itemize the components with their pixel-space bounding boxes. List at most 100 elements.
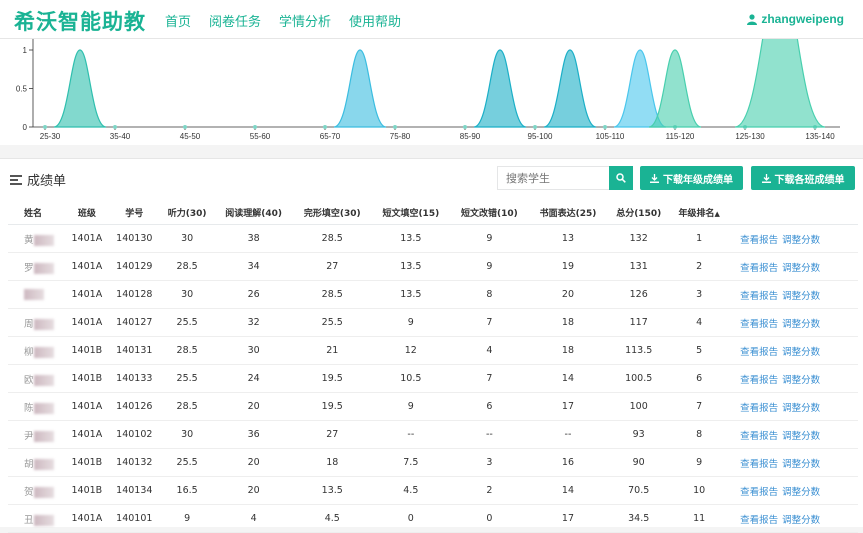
cell-actions: 查看报告 调整分数	[728, 392, 858, 421]
adjust-score-link[interactable]: 调整分数	[782, 515, 820, 526]
view-report-link[interactable]: 查看报告	[740, 459, 778, 470]
cell-listening: 25.5	[159, 364, 215, 393]
adjust-score-link[interactable]: 调整分数	[782, 403, 820, 414]
cell-cloze: 4.5	[292, 504, 372, 533]
nav-grading-tasks[interactable]: 阅卷任务	[209, 11, 261, 30]
adjust-score-link[interactable]: 调整分数	[782, 431, 820, 442]
adjust-score-link[interactable]: 调整分数	[782, 235, 820, 246]
view-report-link[interactable]: 查看报告	[740, 431, 778, 442]
cell-total: 70.5	[607, 476, 671, 505]
cell-rank: 7	[670, 392, 729, 421]
user-menu[interactable]: zhangweipeng	[747, 12, 844, 26]
view-report-link[interactable]: 查看报告	[740, 291, 778, 302]
name-redaction	[33, 402, 54, 414]
cell-listening: 28.5	[159, 336, 215, 365]
nav-analysis[interactable]: 学情分析	[279, 11, 331, 30]
adjust-score-link[interactable]: 调整分数	[782, 347, 820, 358]
data-point	[393, 125, 397, 129]
cell-error-correction: --	[450, 420, 529, 449]
cell-class: 1401A	[65, 504, 109, 533]
cell-gap-fill: 9	[371, 308, 451, 337]
cell-rank: 10	[670, 476, 729, 505]
name-redaction	[24, 289, 44, 300]
col-total[interactable]: 总分(150)	[607, 200, 671, 225]
view-report-link[interactable]: 查看报告	[740, 319, 778, 330]
cell-rank: 2	[670, 252, 729, 281]
view-report-link[interactable]: 查看报告	[740, 487, 778, 498]
x-tick-label: 65-70	[320, 132, 341, 141]
y-tick-label: 1	[23, 46, 28, 55]
view-report-link[interactable]: 查看报告	[740, 235, 778, 246]
cell-writing: 19	[528, 252, 608, 281]
view-report-link[interactable]: 查看报告	[740, 263, 778, 274]
x-tick-label: 55-60	[250, 132, 271, 141]
data-point	[463, 125, 467, 129]
cell-class: 1401B	[65, 336, 109, 365]
cell-error-correction: 8	[450, 280, 529, 309]
download-grade-sheet-button[interactable]: 下载年级成绩单	[640, 166, 743, 190]
cell-writing: 18	[528, 308, 608, 337]
col-error-correction[interactable]: 短文改错(10)	[450, 200, 529, 225]
view-report-link[interactable]: 查看报告	[740, 403, 778, 414]
cell-gap-fill: 12	[371, 336, 451, 365]
adjust-score-link[interactable]: 调整分数	[782, 487, 820, 498]
adjust-score-link[interactable]: 调整分数	[782, 291, 820, 302]
view-report-link[interactable]: 查看报告	[740, 515, 778, 526]
cell-error-correction: 3	[450, 448, 529, 477]
view-report-link[interactable]: 查看报告	[740, 375, 778, 386]
cell-name: 罗	[8, 252, 65, 281]
nav-help[interactable]: 使用帮助	[349, 11, 401, 30]
cell-error-correction: 2	[450, 476, 529, 505]
col-reading[interactable]: 阅读理解(40)	[214, 200, 293, 225]
app-logo[interactable]: 希沃智能助教	[14, 6, 146, 36]
col-cloze[interactable]: 完形填空(30)	[292, 200, 372, 225]
cell-error-correction: 7	[450, 308, 529, 337]
table-row: 柳 1401B 140131 28.5 30 21 12 4 18 113.5 5 查看报告 调整分数	[8, 336, 858, 365]
list-icon	[10, 174, 22, 185]
score-table: 姓名 班级 学号 听力(30) 阅读理解(40) 完形填空(30) 短文填空(1…	[8, 200, 858, 533]
col-student-id[interactable]: 学号	[108, 200, 160, 225]
student-name: 周	[24, 318, 34, 330]
cell-class: 1401A	[65, 392, 109, 421]
cell-reading: 20	[214, 448, 293, 477]
table-row: 周 1401A 140127 25.5 32 25.5 9 7 18 117 4 查看报告 调整分数	[8, 308, 858, 337]
download-class-sheets-button[interactable]: 下载各班成绩单	[751, 166, 855, 190]
cell-class: 1401A	[65, 280, 109, 309]
cell-gap-fill: --	[371, 420, 451, 449]
cell-error-correction: 0	[450, 504, 529, 533]
col-rank[interactable]: 年级排名▲	[670, 200, 729, 225]
distribution-area	[53, 49, 107, 128]
adjust-score-link[interactable]: 调整分数	[782, 263, 820, 274]
col-gap-fill[interactable]: 短文填空(15)	[371, 200, 451, 225]
name-redaction	[33, 318, 54, 330]
search-button[interactable]	[609, 166, 633, 190]
col-class[interactable]: 班级	[65, 200, 109, 225]
adjust-score-link[interactable]: 调整分数	[782, 459, 820, 470]
cell-student-id: 140128	[108, 280, 160, 309]
sort-asc-icon: ▲	[714, 209, 720, 218]
cell-listening: 9	[159, 504, 215, 533]
col-listening[interactable]: 听力(30)	[159, 200, 215, 225]
x-tick-label: 45-50	[180, 132, 201, 141]
x-tick-label: 95-100	[528, 132, 553, 141]
score-sheet-title-text: 成绩单	[27, 174, 67, 189]
col-name[interactable]: 姓名	[8, 200, 65, 225]
view-report-link[interactable]: 查看报告	[740, 347, 778, 358]
data-point	[113, 125, 117, 129]
cell-reading: 32	[214, 308, 293, 337]
cell-cloze: 25.5	[292, 308, 372, 337]
cell-rank: 9	[670, 448, 729, 477]
x-tick-label: 25-30	[40, 132, 61, 141]
adjust-score-link[interactable]: 调整分数	[782, 319, 820, 330]
adjust-score-link[interactable]: 调整分数	[782, 375, 820, 386]
cell-gap-fill: 9	[371, 392, 451, 421]
col-writing[interactable]: 书面表达(25)	[528, 200, 608, 225]
cell-cloze: 13.5	[292, 476, 372, 505]
nav-home[interactable]: 首页	[165, 11, 191, 30]
cell-writing: 17	[528, 504, 608, 533]
cell-student-id: 140133	[108, 364, 160, 393]
name-redaction	[33, 262, 54, 274]
user-icon	[747, 13, 758, 25]
cell-name	[8, 280, 65, 309]
student-search-input[interactable]	[497, 166, 609, 190]
